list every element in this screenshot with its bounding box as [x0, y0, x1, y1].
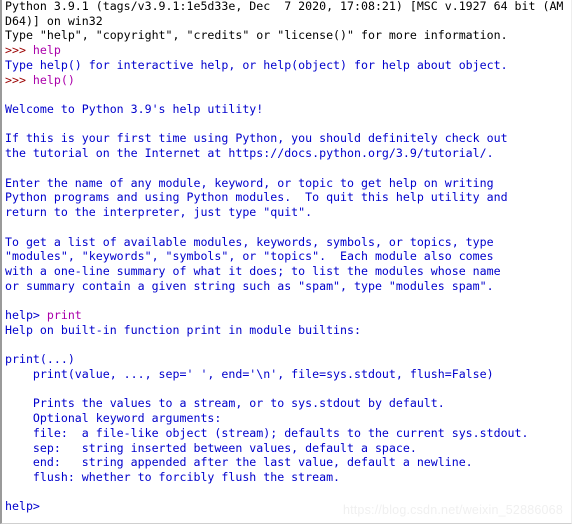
console-output-line — [5, 338, 571, 353]
prompt-marker: >>> — [5, 43, 33, 58]
console-output-line: sep: string inserted between values, def… — [5, 440, 417, 455]
console-output-line — [5, 293, 571, 308]
console-output-line — [5, 485, 571, 500]
console-output-line: To get a list of available modules, keyw… — [5, 234, 494, 249]
console-output-line: "modules", "keywords", "symbols", or "to… — [5, 249, 494, 264]
user-input-text[interactable]: help() — [33, 73, 75, 87]
console-output-stream[interactable]: Python 3.9.1 (tags/v3.9.1:1e5d33e, Dec 7… — [5, 0, 571, 514]
console-output-line — [5, 161, 571, 176]
user-input-text[interactable]: print — [47, 308, 82, 322]
console-output-line: print(value, ..., sep=' ', end='\n', fil… — [5, 366, 494, 381]
console-banner-line: D64)] on win32 — [5, 13, 103, 28]
console-output-line: Enter the name of any module, keyword, o… — [5, 175, 494, 190]
console-prompt-line: >>> help — [5, 43, 571, 58]
console-output-line — [5, 220, 571, 235]
prompt-marker: >>> — [5, 72, 33, 87]
console-banner-line: Python 3.9.1 (tags/v3.9.1:1e5d33e, Dec 7… — [5, 0, 564, 13]
console-prompt-line: help> print — [5, 308, 571, 323]
console-output-line — [5, 87, 571, 102]
console-output-line: with a one-line summary of what it does;… — [5, 263, 501, 278]
python-shell-console[interactable]: Python 3.9.1 (tags/v3.9.1:1e5d33e, Dec 7… — [0, 0, 572, 524]
user-input-text[interactable]: help — [33, 43, 61, 57]
console-output-line: Help on built-in function print in modul… — [5, 322, 361, 337]
console-output-line: or summary contain a given string such a… — [5, 278, 494, 293]
console-prompt-line: >>> help() — [5, 73, 571, 88]
console-output-line — [5, 382, 571, 397]
prompt-marker: help> — [5, 308, 47, 323]
console-output-line: the tutorial on the Internet at https://… — [5, 146, 494, 161]
console-output-line: If this is your first time using Python,… — [5, 131, 508, 146]
console-output-line: Prints the values to a stream, or to sys… — [5, 396, 445, 411]
console-output-line: file: a file-like object (stream); defau… — [5, 425, 529, 440]
prompt-marker: help> — [5, 499, 40, 514]
console-output-line: return to the interpreter, just type "qu… — [5, 205, 313, 220]
console-output-line: Type help() for interactive help, or hel… — [5, 57, 508, 72]
console-banner-line: Type "help", "copyright", "credits" or "… — [5, 28, 508, 43]
console-output-line: print(...) — [5, 352, 75, 367]
console-output-line: Welcome to Python 3.9's help utility! — [5, 102, 264, 117]
console-output-line — [5, 117, 571, 132]
console-output-line: flush: whether to forcibly flush the str… — [5, 470, 341, 484]
watermark-text: https://blog.csdn.net/weixin_52886068 — [342, 503, 563, 517]
console-output-line: Optional keyword arguments: — [5, 411, 222, 426]
console-output-line: Python programs and using Python modules… — [5, 190, 508, 205]
console-output-line: end: string appended after the last valu… — [5, 455, 473, 470]
